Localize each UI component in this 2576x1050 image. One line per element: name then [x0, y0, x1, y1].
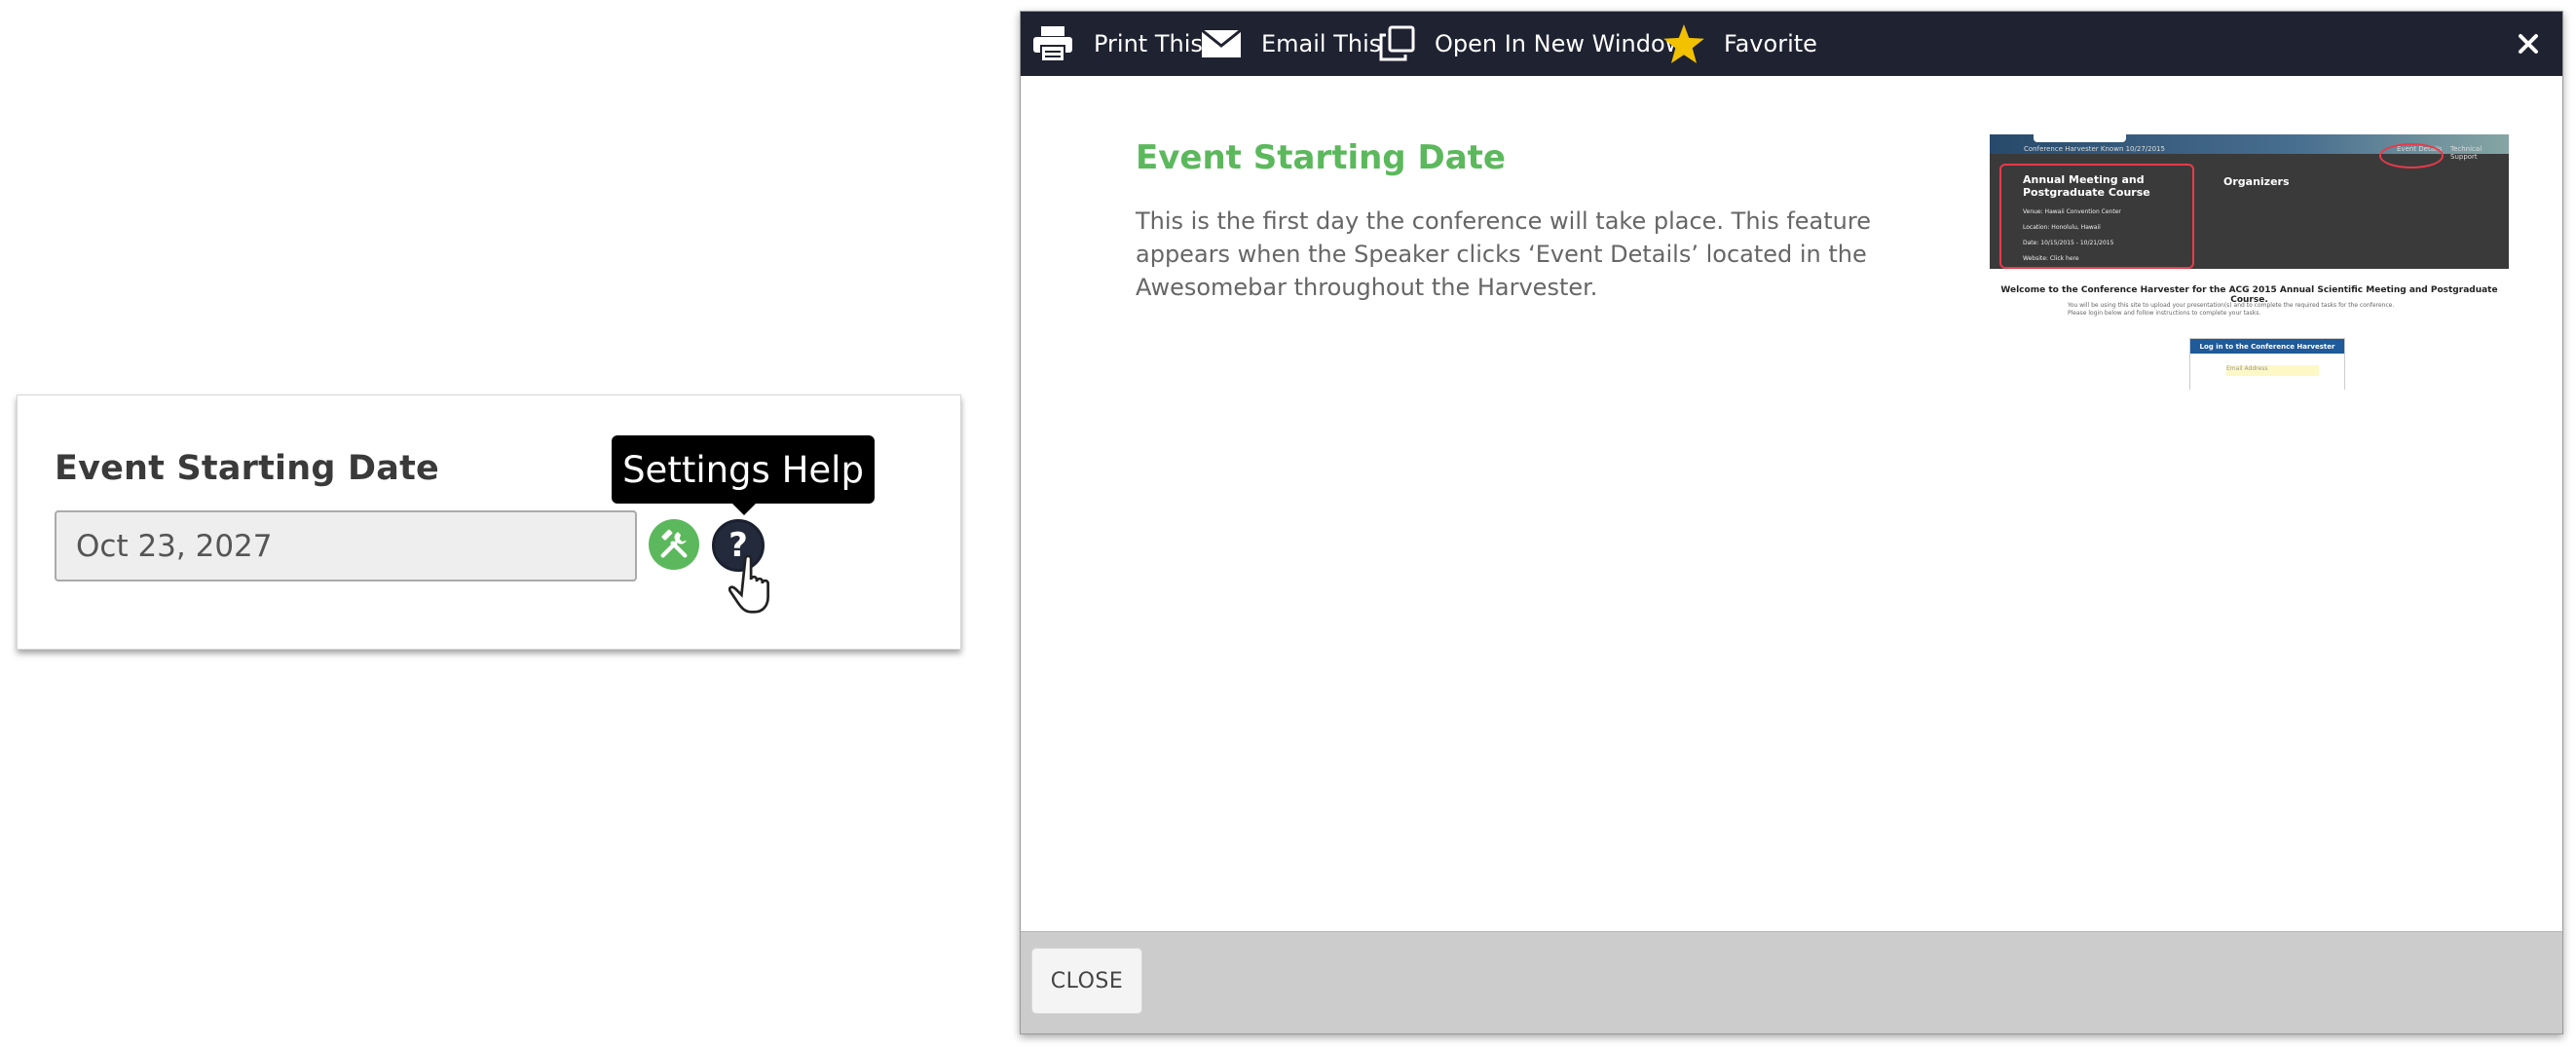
thumb-login-box: Log in to the Conference Harvester Email… [2189, 338, 2345, 390]
thumb-venue: Venue: Hawaii Convention Center [2023, 208, 2121, 215]
help-body-text: This is the first day the conference wil… [1136, 207, 1871, 301]
print-label: Print This [1094, 30, 1203, 57]
new-window-icon [1379, 25, 1415, 61]
settings-field-card: Event Starting Date ? Settings Help [17, 394, 961, 650]
help-toolbar: Print This Email This Open In New Window… [1021, 12, 2562, 76]
thumb-sub-line1: You will be using this site to upload yo… [2068, 302, 2395, 309]
thumb-organizers: Organizers [2223, 175, 2290, 188]
favorite-label: Favorite [1724, 30, 1817, 57]
example-screenshot-thumbnail: Conference Harvester Known 10/27/2015 Ev… [1990, 134, 2509, 390]
thumb-dates: Date: 10/15/2015 - 10/21/2015 [2023, 240, 2114, 246]
thumb-login-field: Email Address [2226, 365, 2319, 376]
thumb-login-head: Log in to the Conference Harvester [2190, 339, 2344, 354]
settings-help-tooltip: Settings Help [612, 435, 875, 515]
thumb-heading: Annual Meeting and Postgraduate Course [2023, 173, 2150, 199]
email-button[interactable]: Email This [1201, 12, 1381, 76]
settings-tools-icon[interactable] [649, 519, 699, 570]
close-window-icon[interactable] [2512, 27, 2545, 60]
help-title: Event Starting Date [1136, 138, 1506, 177]
close-button[interactable]: CLOSE [1031, 948, 1142, 1014]
favorite-button[interactable]: Favorite [1663, 12, 1817, 76]
hand-pointer-cursor-icon [728, 554, 769, 614]
thumb-sub: You will be using this site to upload yo… [2068, 302, 2394, 318]
thumb-highlight-ellipse [2379, 143, 2444, 169]
thumb-logo [2034, 134, 2126, 142]
envelope-icon [1201, 29, 1242, 57]
thumb-nav-left: Conference Harvester Known 10/27/2015 [2024, 145, 2165, 153]
star-icon [1663, 24, 1704, 63]
printer-icon [1033, 26, 1072, 62]
thumb-sub-line2: Please login below and follow instructio… [2068, 310, 2261, 317]
thumb-header: Conference Harvester Known 10/27/2015 Ev… [1990, 134, 2509, 269]
help-window: Print This Email This Open In New Window… [1020, 11, 2563, 1034]
open-new-window-button[interactable]: Open In New Window [1378, 12, 1684, 76]
thumb-nav-support: Technical Support [2450, 145, 2483, 161]
thumb-location: Location: Honolulu, Hawaii [2023, 224, 2101, 231]
help-footer: CLOSE [1021, 931, 2562, 1033]
thumb-website: Website: Click here [2023, 255, 2079, 262]
event-start-date-input[interactable] [55, 510, 637, 581]
email-label: Email This [1261, 30, 1382, 57]
open-new-window-label: Open In New Window [1435, 30, 1685, 57]
field-label: Event Starting Date [55, 449, 439, 488]
print-button[interactable]: Print This [1031, 12, 1203, 76]
